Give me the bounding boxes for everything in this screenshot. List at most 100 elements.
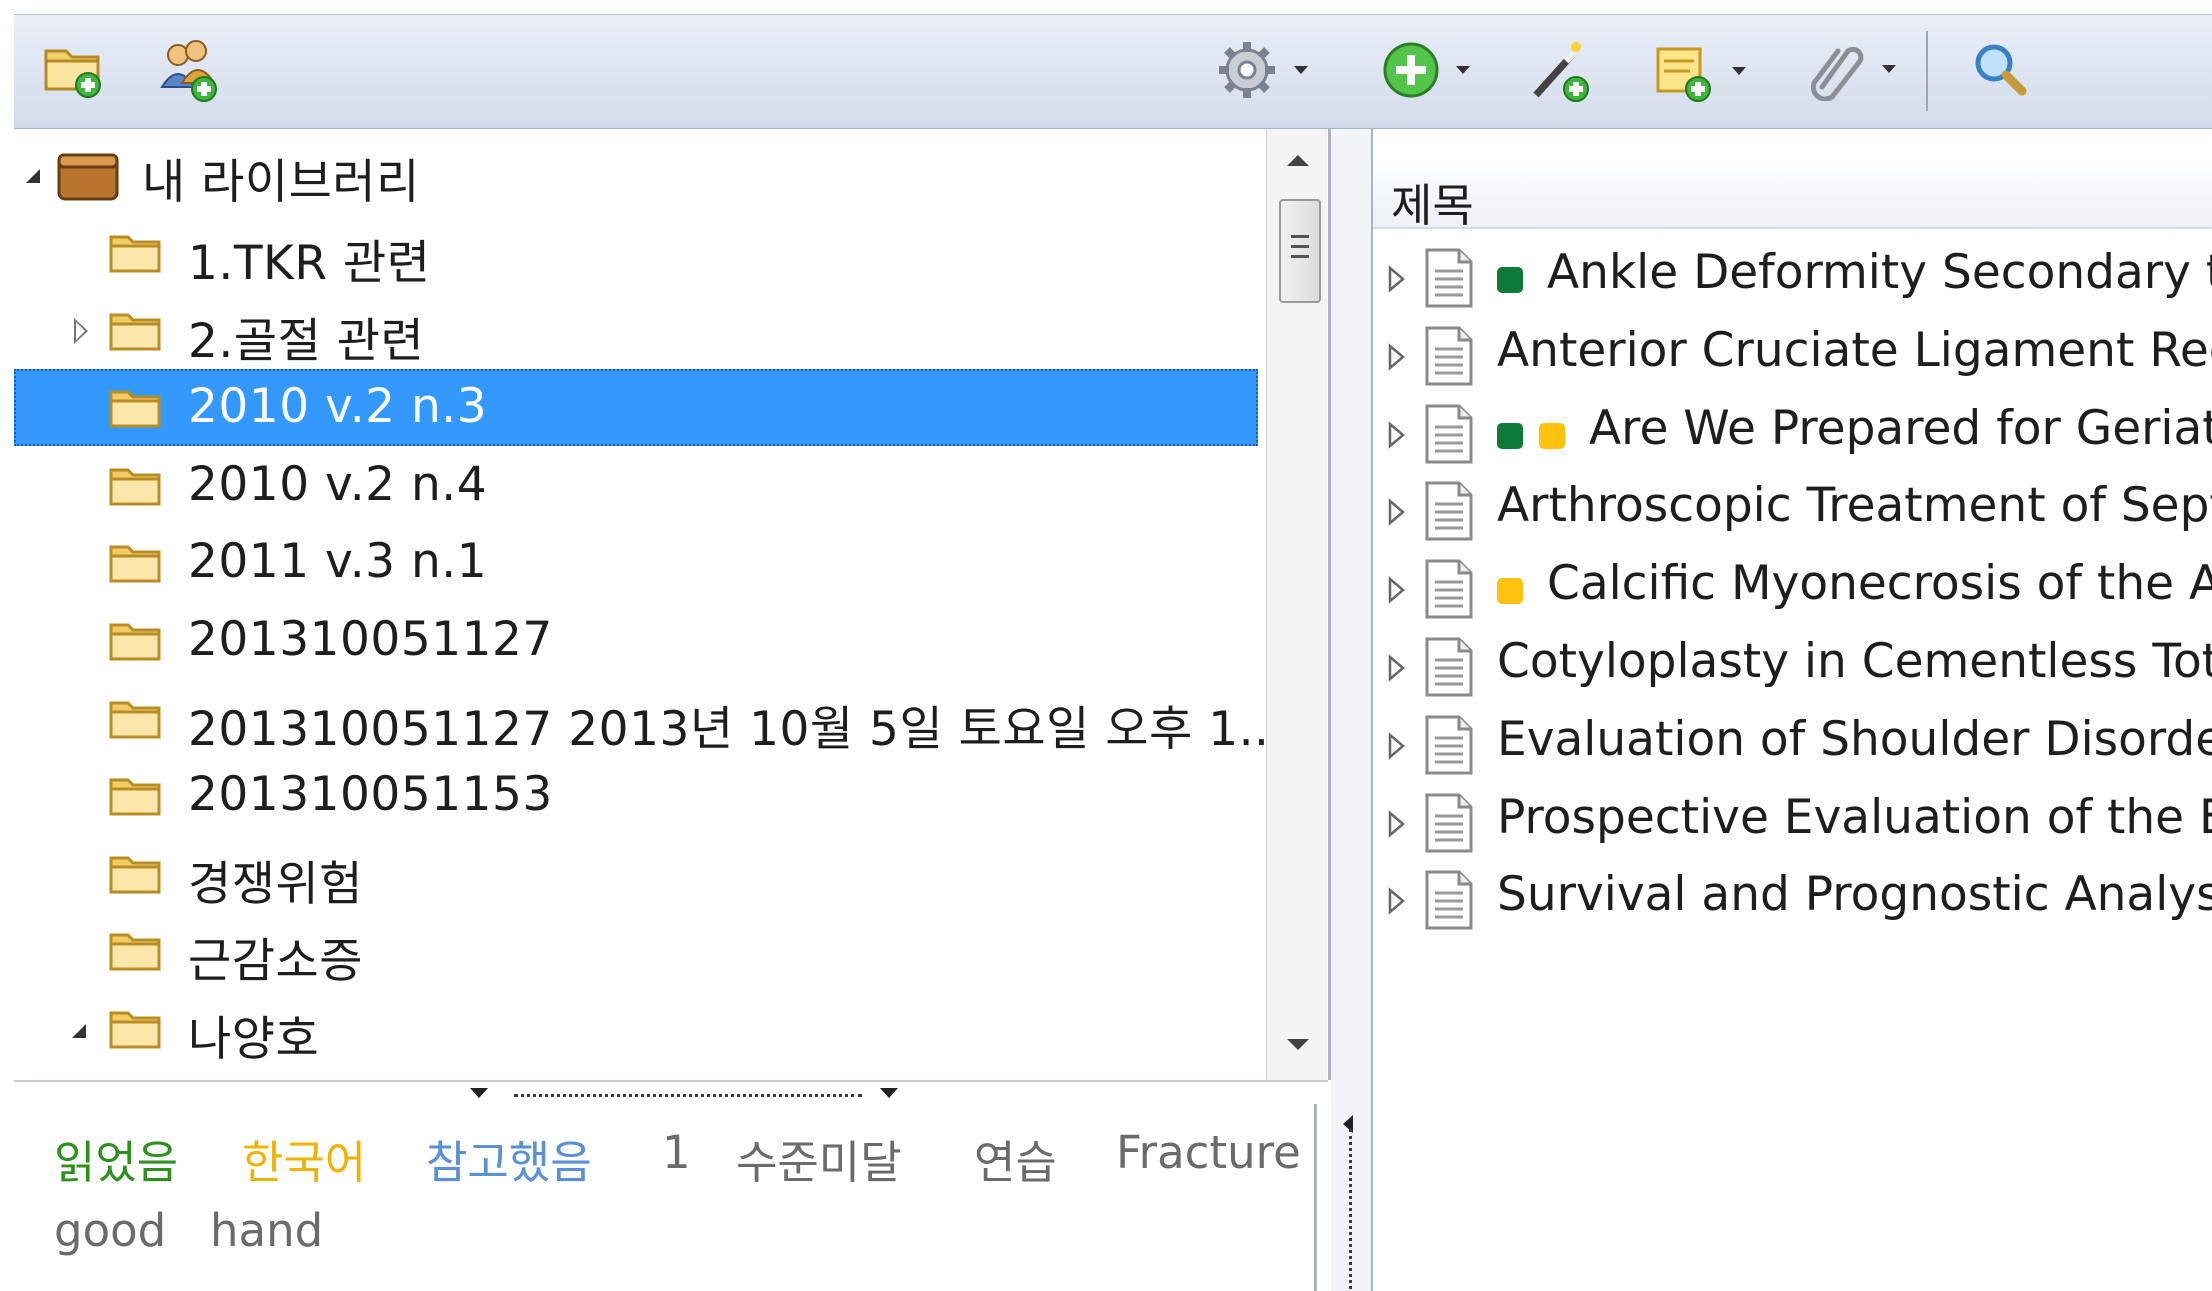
document-icon: [1423, 714, 1475, 780]
tree-item[interactable]: 경쟁위험: [14, 835, 1258, 912]
color-tag-dot: [1497, 578, 1523, 605]
new-collection-button[interactable]: [40, 35, 106, 101]
tag-item[interactable]: 1: [662, 1126, 691, 1179]
document-icon: [1423, 869, 1475, 935]
tree-item[interactable]: 2011 v.3 n.1: [14, 524, 1258, 601]
expand-toggle-icon[interactable]: [1387, 343, 1407, 375]
chevron-down-icon: [1294, 66, 1308, 74]
item-title: Prospective Evaluation of the Effec: [1497, 789, 2212, 845]
tag-item[interactable]: Fracture: [1116, 1126, 1301, 1179]
item-row[interactable]: Survival and Prognostic Analysis o: [1373, 861, 2212, 939]
expand-toggle-icon[interactable]: [1387, 887, 1407, 919]
tree-item[interactable]: 201310051153: [14, 757, 1258, 834]
expand-toggle-icon[interactable]: [1387, 265, 1407, 297]
collections-pane: 내 라이브러리 1.TKR 관련 2.골절 관련 2010 v.2 n.3 2010 …: [14, 129, 1331, 1080]
tag-item[interactable]: 참고했음: [426, 1126, 592, 1191]
chevron-down-icon: [1456, 66, 1470, 74]
column-header-title[interactable]: 제목: [1373, 155, 2212, 232]
folder-icon: [108, 539, 162, 589]
item-row[interactable]: Are We Prepared for Geriatric: [1373, 395, 2212, 473]
document-icon: [1423, 325, 1475, 391]
tree-item-label: 2.골절 관련: [188, 313, 425, 369]
folder-icon: [108, 927, 162, 977]
pane-splitter-vertical[interactable]: [1331, 129, 1373, 1291]
pane-splitter-horizontal[interactable]: [14, 1080, 1328, 1106]
item-row[interactable]: Calcific Myonecrosis of the Ante: [1373, 550, 2212, 628]
tag-item[interactable]: 수준미달: [736, 1126, 902, 1191]
tree-root-my-library[interactable]: 내 라이브러리: [14, 137, 1258, 214]
collapse-arrow-icon[interactable]: [880, 1088, 898, 1098]
splitter-grip: [514, 1094, 862, 1097]
item-title: Evaluation of Shoulder Disorders b: [1497, 711, 2212, 767]
item-row[interactable]: Anterior Cruciate Ligament Recon: [1373, 317, 2212, 395]
toolbar-separator: [1926, 31, 1928, 111]
search-button[interactable]: [1968, 37, 2032, 101]
item-title: Survival and Prognostic Analysis o: [1497, 867, 2212, 923]
folder-icon: [108, 772, 162, 822]
tree-item[interactable]: 2010 v.2 n.4: [14, 447, 1258, 524]
tag-item[interactable]: hand: [210, 1204, 323, 1257]
expand-toggle-icon[interactable]: [1387, 576, 1407, 608]
tree-item[interactable]: 나양호: [14, 990, 1258, 1067]
library-icon: [57, 153, 119, 201]
document-icon: [1423, 636, 1475, 702]
expand-toggle-icon[interactable]: [1387, 654, 1407, 686]
attachment-icon: [1810, 46, 1864, 101]
tree-item[interactable]: 201310051127: [14, 602, 1258, 679]
folder-icon: [108, 1005, 162, 1055]
tree-item-label: 2011 v.3 n.1: [188, 534, 488, 590]
new-group-icon: [160, 40, 217, 102]
add-item-icon: [1383, 42, 1439, 98]
tag-item[interactable]: good: [54, 1204, 166, 1257]
tree-item-label: 201310051127: [188, 612, 553, 667]
item-row[interactable]: Ankle Deformity Secondary to A: [1373, 239, 2212, 317]
item-title: Cotyloplasty in Cementless Total H: [1497, 634, 2212, 689]
scrollbar-thumb[interactable]: [1279, 199, 1321, 303]
tree-scrollbar[interactable]: [1266, 129, 1327, 1080]
expand-toggle-icon[interactable]: [1387, 420, 1407, 453]
item-title: Are We Prepared for Geriatric: [1589, 400, 2212, 456]
item-title: Anterior Cruciate Ligament Recon: [1497, 322, 2212, 378]
add-attachment-button[interactable]: [1804, 37, 1896, 101]
document-icon: [1423, 480, 1475, 546]
items-pane: 제목 Ankle Deformity Secondary to A Anterio…: [1373, 129, 2212, 1291]
item-title: Arthroscopic Treatment of Septic A: [1497, 478, 2212, 534]
collapse-arrow-icon[interactable]: [470, 1088, 488, 1098]
tree-item[interactable]: 근감소증: [14, 912, 1258, 989]
new-item-button[interactable]: [1380, 39, 1470, 101]
expand-toggle-icon[interactable]: [1387, 498, 1407, 530]
item-row[interactable]: Arthroscopic Treatment of Septic A: [1373, 472, 2212, 550]
tree-item-label: 2010 v.2 n.3: [188, 379, 488, 435]
tag-item[interactable]: 연습: [974, 1126, 1057, 1191]
folder-icon: [108, 850, 162, 900]
expand-toggle-icon[interactable]: [74, 317, 88, 344]
expand-toggle-icon[interactable]: [26, 169, 40, 183]
tag-item[interactable]: 한국어: [242, 1126, 366, 1191]
new-note-button[interactable]: [1650, 37, 1746, 105]
tree-item-label: 2010 v.2 n.4: [188, 456, 488, 512]
wand-icon: [1533, 42, 1589, 102]
actions-menu-button[interactable]: [1214, 37, 1308, 103]
folder-icon: [108, 384, 162, 434]
tag-selector: 읽었음 한국어 참고했음 1 수준미달 연습 Fracture good hand: [14, 1104, 1317, 1291]
document-icon: [1423, 558, 1475, 624]
tree-item-label: 경쟁위험: [188, 856, 363, 912]
tree-item[interactable]: 201310051127 2013년 10월 5일 토요일 오후 1...: [14, 680, 1284, 757]
item-row[interactable]: Prospective Evaluation of the Effec: [1373, 784, 2212, 862]
tag-item[interactable]: 읽었음: [54, 1126, 178, 1191]
tree-item[interactable]: 2.골절 관련: [14, 292, 1258, 369]
scroll-down-arrow-icon[interactable]: [1287, 1039, 1309, 1050]
tree-item-label: 1.TKR 관련: [188, 236, 431, 291]
tree-item[interactable]: 2010 v.2 n.3: [14, 369, 1258, 447]
folder-icon: [108, 462, 162, 512]
new-group-button[interactable]: [154, 35, 224, 105]
item-row[interactable]: Cotyloplasty in Cementless Total H: [1373, 628, 2212, 706]
expand-toggle-icon[interactable]: [72, 1024, 86, 1038]
item-row[interactable]: Evaluation of Shoulder Disorders b: [1373, 706, 2212, 784]
tree-item-label: 근감소증: [188, 934, 363, 990]
scroll-up-arrow-icon[interactable]: [1287, 155, 1309, 166]
add-by-identifier-button[interactable]: [1526, 37, 1596, 107]
tree-item[interactable]: 1.TKR 관련: [14, 214, 1258, 291]
expand-toggle-icon[interactable]: [1387, 809, 1407, 842]
expand-toggle-icon[interactable]: [1387, 732, 1407, 764]
